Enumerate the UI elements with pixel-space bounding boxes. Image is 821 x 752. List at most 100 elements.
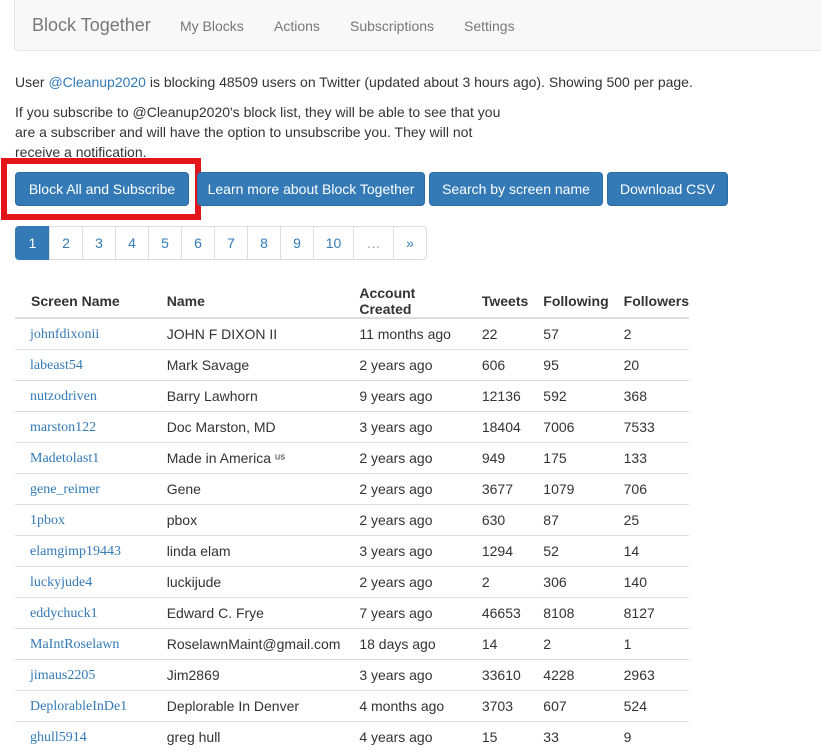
table-row: eddychuck1Edward C. Frye7 years ago46653… [15, 598, 689, 629]
page-ellipsis: … [353, 226, 394, 260]
name-cell: JOHN F DIXON II [152, 318, 345, 350]
following-cell: 33 [528, 722, 608, 752]
followers-cell: 8127 [609, 598, 689, 629]
following-cell: 1079 [528, 474, 608, 505]
screen-name-link[interactable]: jimaus2205 [30, 668, 95, 683]
brand-link[interactable]: Block Together [32, 15, 151, 36]
page-9[interactable]: 9 [280, 226, 314, 260]
following-cell: 8108 [528, 598, 608, 629]
tweets-cell: 33610 [467, 660, 528, 691]
account-created-cell: 18 days ago [344, 629, 467, 660]
screen-name-link[interactable]: MaIntRoselawn [30, 637, 119, 652]
screen-name-link[interactable]: labeast54 [30, 358, 83, 373]
subscribe-note: If you subscribe to @Cleanup2020's block… [15, 102, 535, 162]
nav-subscriptions[interactable]: Subscriptions [350, 18, 434, 34]
table-row: DeplorableInDe1 Deplorable In Denver4 mon… [15, 691, 689, 722]
screen-name-link[interactable]: luckyjude4 [30, 575, 92, 590]
screen-name-cell: marston122 [15, 412, 152, 443]
table-row: marston122Doc Marston, MD3 years ago1840… [15, 412, 689, 443]
name-cell: Deplorable In Denver [152, 691, 345, 722]
tweets-cell: 1294 [467, 536, 528, 567]
screen-name-link[interactable]: Madetolast1 [30, 451, 99, 466]
page-10[interactable]: 10 [313, 226, 354, 260]
page-6[interactable]: 6 [181, 226, 215, 260]
following-cell: 175 [528, 443, 608, 474]
page-8[interactable]: 8 [247, 226, 281, 260]
screen-name-cell: gene_reimer [15, 474, 152, 505]
following-cell: 95 [528, 350, 608, 381]
name-cell: Edward C. Frye [152, 598, 345, 629]
followers-cell: 1 [609, 629, 689, 660]
followers-cell: 140 [609, 567, 689, 598]
page-4[interactable]: 4 [115, 226, 149, 260]
screen-name-link[interactable]: gene_reimer [30, 482, 100, 497]
followers-cell: 25 [609, 505, 689, 536]
col-followers: Followers [609, 285, 689, 318]
followers-cell: 524 [609, 691, 689, 722]
screen-name-link[interactable]: nutzodriven [30, 389, 97, 404]
col-tweets: Tweets [467, 285, 528, 318]
screen-name-link[interactable]: DeplorableInDe1 [30, 699, 127, 714]
screen-name-link[interactable]: johnfdixonii [30, 327, 99, 342]
screen-name-link[interactable]: marston122 [30, 420, 96, 435]
followers-cell: 7533 [609, 412, 689, 443]
screen-name-link[interactable]: 1pbox [30, 513, 65, 528]
screen-name-link[interactable]: elamgimp19443 [30, 544, 121, 559]
download-csv-button[interactable]: Download CSV [607, 172, 728, 206]
followers-cell: 20 [609, 350, 689, 381]
screen-name-cell: nutzodriven [15, 381, 152, 412]
col-account-created: Account Created [344, 285, 467, 318]
screen-name-cell: johnfdixonii [15, 318, 152, 350]
name-cell: Mark Savage [152, 350, 345, 381]
screen-name-cell: eddychuck1 [15, 598, 152, 629]
nav-actions[interactable]: Actions [274, 18, 320, 34]
block-all-subscribe-button[interactable]: Block All and Subscribe [15, 172, 189, 206]
name-cell: Barry Lawhorn [152, 381, 345, 412]
page-7[interactable]: 7 [214, 226, 248, 260]
table-row: johnfdixonii JOHN F DIXON II11 months ago… [15, 318, 689, 350]
nav-settings[interactable]: Settings [464, 18, 515, 34]
table-row: gene_reimerGene2 years ago36771079706 [15, 474, 689, 505]
tweets-cell: 14 [467, 629, 528, 660]
account-created-cell: 2 years ago [344, 505, 467, 536]
screen-name-link[interactable]: ghull5914 [30, 730, 87, 745]
account-created-cell: 2 years ago [344, 443, 467, 474]
account-created-cell: 11 months ago [344, 318, 467, 350]
table-row: MaIntRoselawnRoselawnMaint@gmail.com18 d… [15, 629, 689, 660]
tweets-cell: 630 [467, 505, 528, 536]
tweets-cell: 46653 [467, 598, 528, 629]
nav-my-blocks[interactable]: My Blocks [180, 18, 244, 34]
following-cell: 87 [528, 505, 608, 536]
screen-name-cell: 1pbox [15, 505, 152, 536]
table-row: Madetolast1Made in America ᵘˢ2 years ago… [15, 443, 689, 474]
screen-name-cell: jimaus2205 [15, 660, 152, 691]
search-screen-name-button[interactable]: Search by screen name [429, 172, 603, 206]
col-following: Following [528, 285, 608, 318]
page-2[interactable]: 2 [49, 226, 83, 260]
blocking-summary: User @Cleanup2020 is blocking 48509 user… [15, 72, 693, 92]
followers-cell: 14 [609, 536, 689, 567]
following-cell: 7006 [528, 412, 608, 443]
subscribe-note-line: are a subscriber and will have the optio… [15, 124, 472, 140]
account-created-cell: 2 years ago [344, 350, 467, 381]
page-1[interactable]: 1 [15, 226, 50, 260]
followers-cell: 133 [609, 443, 689, 474]
tweets-cell: 606 [467, 350, 528, 381]
page-next[interactable]: » [393, 226, 427, 260]
tweets-cell: 3677 [467, 474, 528, 505]
summary-suffix: is blocking 48509 users on Twitter (upda… [146, 74, 693, 90]
account-created-cell: 3 years ago [344, 660, 467, 691]
learn-more-button[interactable]: Learn more about Block Together [197, 172, 425, 206]
user-link[interactable]: @Cleanup2020 [48, 74, 146, 90]
screen-name-cell: MaIntRoselawn [15, 629, 152, 660]
col-screen-name: Screen Name [15, 285, 152, 318]
page-3[interactable]: 3 [82, 226, 116, 260]
screen-name-cell: DeplorableInDe1 [15, 691, 152, 722]
screen-name-link[interactable]: eddychuck1 [30, 606, 98, 621]
table-row: 1pboxpbox2 years ago6308725 [15, 505, 689, 536]
account-created-cell: 4 months ago [344, 691, 467, 722]
page-5[interactable]: 5 [148, 226, 182, 260]
following-cell: 52 [528, 536, 608, 567]
account-created-cell: 9 years ago [344, 381, 467, 412]
following-cell: 4228 [528, 660, 608, 691]
